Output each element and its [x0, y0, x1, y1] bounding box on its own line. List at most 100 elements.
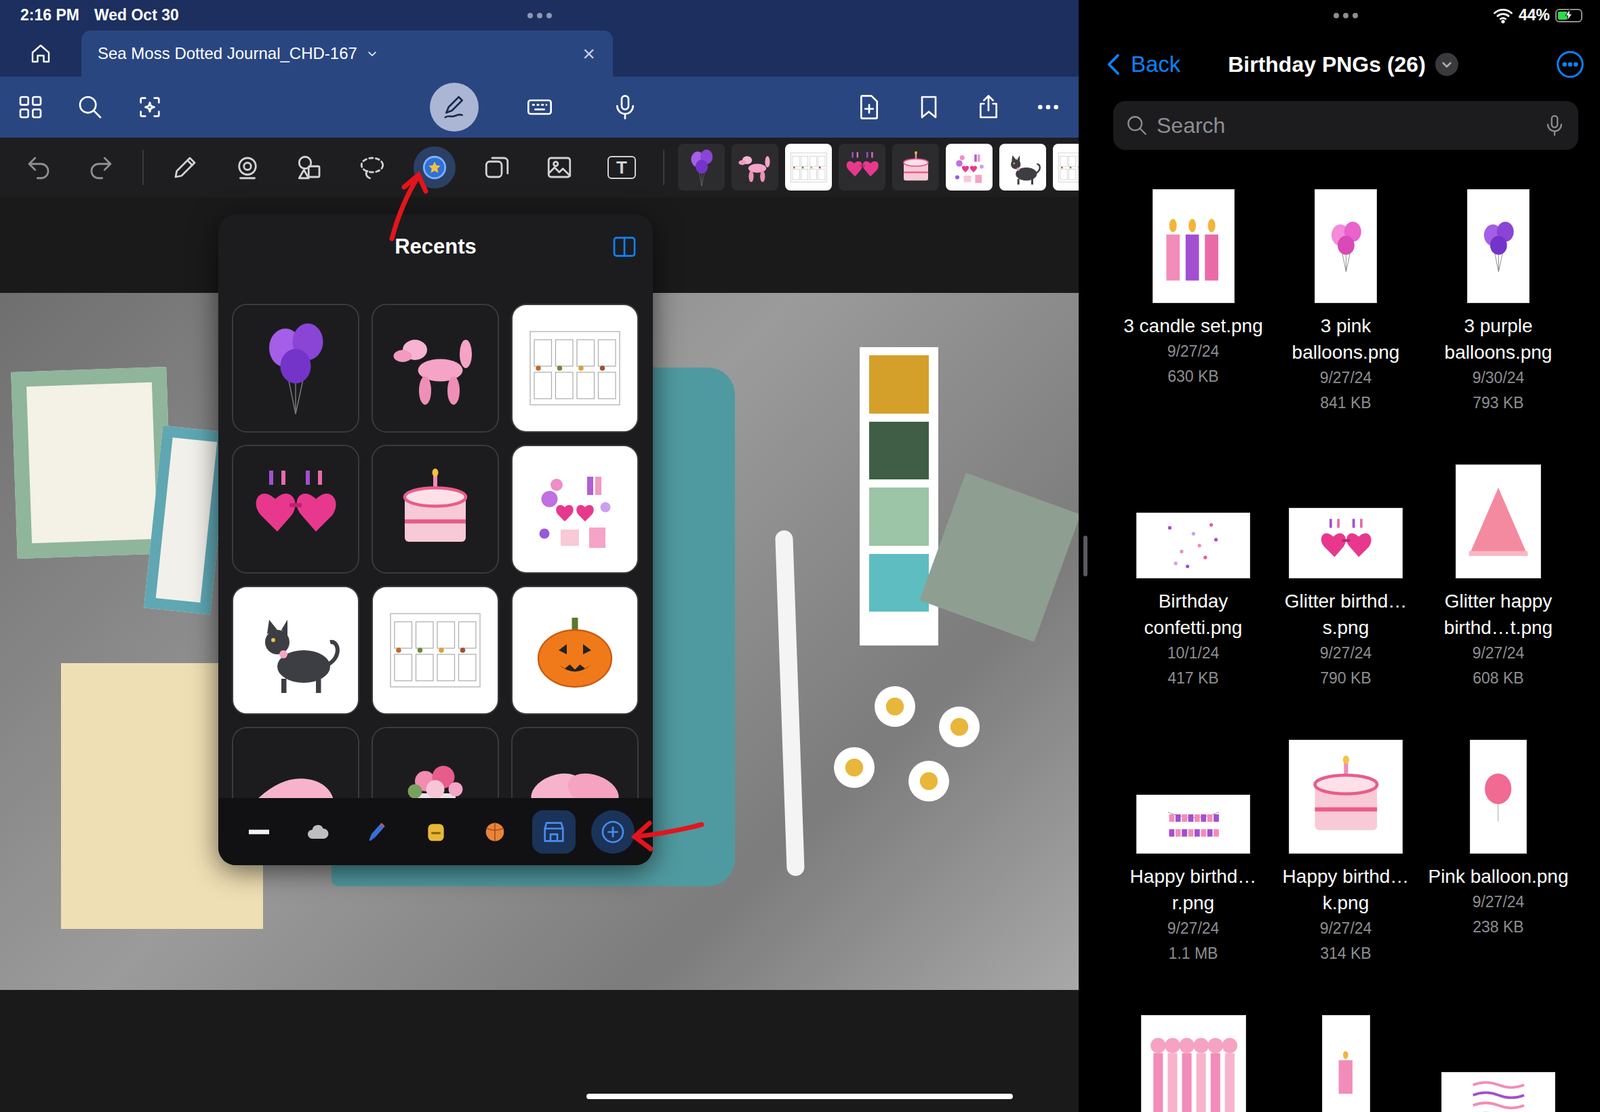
home-button[interactable]	[0, 30, 82, 77]
file-item[interactable]: 3 purple balloons.png 9/30/24 793 KB	[1422, 189, 1575, 416]
eraser-tool[interactable]	[226, 146, 269, 189]
recent-sticker[interactable]	[945, 143, 993, 191]
pen-icon	[363, 818, 391, 846]
file-size: 1.1 MB	[1168, 941, 1219, 967]
share-button[interactable]	[972, 91, 1005, 123]
file-size: 793 KB	[1472, 390, 1524, 416]
file-item[interactable]: 3 pink balloons.png 9/27/24 841 KB	[1269, 189, 1423, 416]
sticker-tile[interactable]	[511, 303, 639, 433]
more-button[interactable]	[1032, 91, 1064, 123]
ellipsis-circle-icon	[1555, 49, 1586, 80]
file-item[interactable]	[1269, 1014, 1423, 1112]
file-item[interactable]: 3 candle set.png 9/27/24 630 KB	[1117, 189, 1270, 416]
file-item[interactable]: Happy birthd…r.png 9/27/24 1.1 MB	[1117, 739, 1270, 967]
document-tab[interactable]: Sea Moss Dotted Journal_CHD-167 ×	[81, 30, 613, 77]
status-date: Wed Oct 30	[94, 6, 179, 25]
sticker-image	[1155, 194, 1230, 299]
sticker-tile[interactable]	[511, 444, 639, 574]
sticker-tile[interactable]	[231, 303, 360, 433]
file-name: Birthday confetti.png	[1117, 587, 1269, 641]
home-indicator[interactable]	[586, 1093, 1013, 1099]
file-item[interactable]: Glitter birthd…s.png 9/27/24 790 KB	[1269, 464, 1423, 691]
chevron-down-icon	[364, 45, 381, 62]
multitask-handle[interactable]	[527, 12, 552, 19]
bookmark-icon	[915, 93, 943, 121]
text-tool[interactable]: T	[600, 146, 643, 189]
bookmark-button[interactable]	[913, 91, 945, 123]
sticky-tool[interactable]	[475, 146, 518, 189]
store-category[interactable]	[532, 810, 576, 854]
grid-button[interactable]	[14, 91, 47, 123]
file-item[interactable]: Glitter happy birthd…t.png 9/27/24 608 K…	[1422, 464, 1575, 691]
sticker-popover: Recents	[218, 214, 653, 866]
back-button[interactable]: Back	[1101, 50, 1228, 78]
recent-sticker[interactable]	[838, 143, 886, 191]
file-thumbnail	[1288, 507, 1403, 579]
file-item[interactable]: Pink balloon.png 9/27/24 238 KB	[1422, 739, 1575, 967]
sticker-tile[interactable]	[371, 303, 499, 433]
keyboard-button[interactable]	[524, 91, 556, 123]
popover-title: Recents	[394, 234, 477, 291]
file-item[interactable]: Birthday confetti.png 10/1/24 417 KB	[1117, 464, 1270, 691]
recent-sticker[interactable]	[677, 143, 725, 191]
split-divider[interactable]	[1078, 0, 1092, 1112]
search-field[interactable]: Search	[1113, 101, 1579, 150]
sticker-image	[1324, 1020, 1367, 1112]
sticker-tile[interactable]	[511, 726, 639, 798]
file-size: 417 KB	[1167, 665, 1219, 691]
status-bar: 44%	[1091, 0, 1600, 31]
sticker-image	[524, 458, 626, 560]
cloud-category[interactable]	[296, 810, 340, 854]
file-date: 9/27/24	[1320, 640, 1373, 666]
folder-title[interactable]: Birthday PNGs (26)	[1227, 52, 1459, 78]
magic-lasso-button[interactable]	[134, 91, 166, 123]
recent-sticker[interactable]	[731, 143, 779, 191]
keyboard-icon	[526, 93, 554, 121]
sticker-tile[interactable]	[371, 726, 499, 798]
more-button[interactable]	[1555, 49, 1586, 80]
pen-mode-button[interactable]	[429, 82, 479, 132]
shapes-tool[interactable]	[288, 146, 331, 189]
recent-sticker[interactable]	[1052, 143, 1079, 191]
mic-icon	[1543, 113, 1567, 137]
redo-icon	[86, 153, 116, 182]
file-size: 314 KB	[1320, 941, 1371, 967]
add-category[interactable]	[591, 810, 635, 854]
sticker-tile[interactable]	[231, 585, 360, 715]
badge-category[interactable]	[414, 810, 458, 854]
image-tool[interactable]	[538, 146, 581, 189]
add-page-button[interactable]	[853, 91, 885, 123]
file-thumbnail	[1152, 189, 1235, 304]
recent-sticker[interactable]	[892, 143, 939, 191]
close-tab-button[interactable]: ×	[582, 42, 596, 65]
sidebar-toggle-button[interactable]	[610, 233, 638, 261]
sticker-image	[384, 599, 487, 702]
recent-sticker[interactable]	[999, 143, 1047, 191]
lasso-tool[interactable]	[351, 146, 394, 189]
sticker-tile[interactable]	[371, 585, 499, 715]
ball-category[interactable]	[473, 810, 517, 854]
pen-category[interactable]	[355, 810, 399, 854]
store-icon	[540, 818, 568, 846]
annotation-arrows	[0, 0, 1600, 1112]
multitask-handle[interactable]	[1333, 12, 1358, 19]
pencil-tool[interactable]	[164, 146, 207, 189]
file-size: 630 KB	[1167, 364, 1219, 390]
sticker-tool[interactable]	[413, 146, 456, 189]
search-button[interactable]	[74, 91, 106, 123]
file-item[interactable]	[1422, 1014, 1575, 1112]
recent-sticker[interactable]	[785, 143, 832, 191]
redo-button[interactable]	[80, 146, 123, 189]
sticker-tile[interactable]	[511, 585, 639, 715]
mic-button[interactable]	[609, 91, 641, 123]
washi-category[interactable]	[237, 810, 281, 854]
panel-icon	[610, 233, 638, 261]
sticker-tile[interactable]	[231, 726, 360, 798]
tool-row: T	[0, 137, 1079, 197]
file-item[interactable]	[1117, 1014, 1270, 1112]
file-item[interactable]: Happy birthd…k.png 9/27/24 314 KB	[1269, 739, 1423, 967]
sticker-tile[interactable]	[231, 444, 360, 574]
sticker-tile[interactable]	[371, 444, 499, 574]
undo-button[interactable]	[17, 146, 60, 189]
file-date: 9/27/24	[1472, 889, 1525, 915]
